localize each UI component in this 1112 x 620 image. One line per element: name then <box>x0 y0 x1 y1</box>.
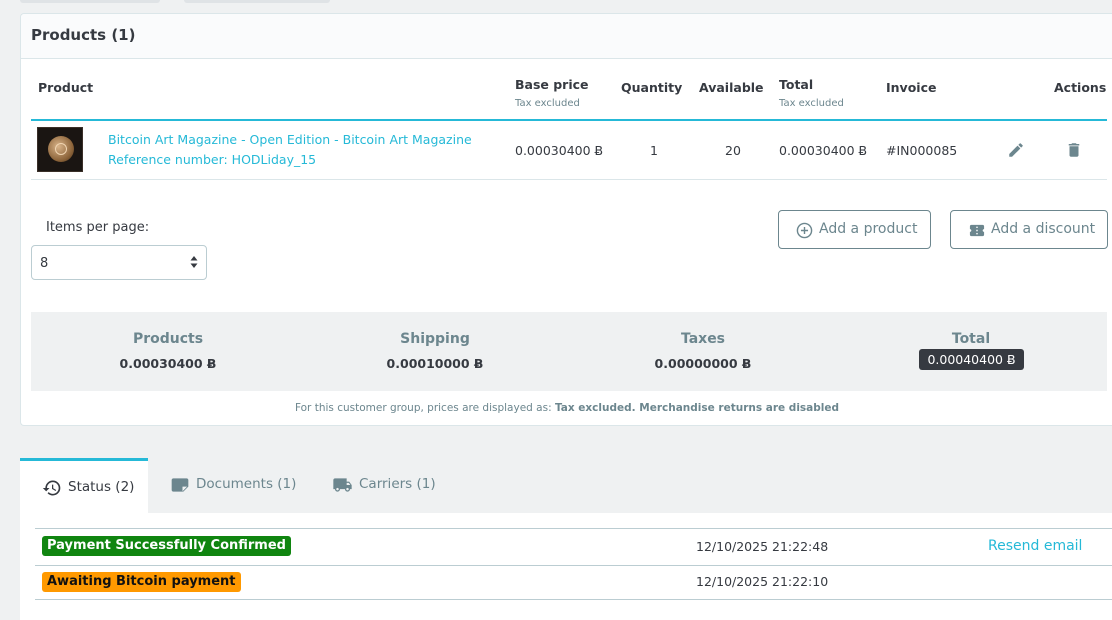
items-per-page-select[interactable]: 8 <box>31 245 207 280</box>
status-table-bottom-border <box>35 599 1112 600</box>
totals-total-label: Total <box>951 331 991 347</box>
column-header-available: Available <box>699 80 764 95</box>
column-header-base-price: Base price <box>515 77 589 92</box>
ticket-icon <box>968 222 986 243</box>
cell-available: 20 <box>725 143 741 158</box>
column-header-actions: Actions <box>1054 80 1107 95</box>
previous-card-edge <box>20 0 160 3</box>
column-header-total: Total <box>779 77 814 92</box>
tab-status-label: Status (2) <box>68 479 135 495</box>
order-totals: Products 0.00030400 Ƀ Shipping 0.0001000… <box>31 312 1107 391</box>
cell-quantity: 1 <box>650 143 658 158</box>
status-date: 12/10/2025 21:22:48 <box>696 539 829 554</box>
products-card-title: Products (1) <box>31 26 136 44</box>
order-history-tabs: Status (2) Documents (1) Carriers (1) Pa… <box>20 458 1112 620</box>
note-tax-mode: Tax excluded <box>554 402 632 414</box>
resend-email-link[interactable]: Resend email <box>988 538 1082 554</box>
note-prefix: For this customer group, prices are disp… <box>294 402 555 414</box>
add-discount-button[interactable]: Add a discount <box>950 210 1108 249</box>
totals-taxes-label: Taxes <box>680 331 726 347</box>
tab-carriers[interactable]: Carriers (1) <box>331 458 461 513</box>
add-product-label: Add a product <box>819 221 918 237</box>
table-row-divider <box>31 179 1107 180</box>
totals-shipping-label: Shipping <box>400 331 470 347</box>
totals-products-label: Products <box>132 331 204 347</box>
column-header-quantity: Quantity <box>621 80 683 95</box>
cell-total: 0.00030400 Ƀ <box>779 143 868 158</box>
tab-carriers-label: Carriers (1) <box>359 476 436 492</box>
note-returns: . Merchandise returns are disabled <box>631 402 840 414</box>
column-header-base-price-sub: Tax excluded <box>515 98 580 109</box>
truck-icon <box>331 475 354 499</box>
sort-arrows-icon <box>190 256 198 268</box>
totals-products-value: 0.00030400 Ƀ <box>119 356 217 371</box>
items-per-page-label: Items per page: <box>46 220 150 235</box>
cell-invoice: #IN000085 <box>886 143 958 158</box>
products-card: Products (1) Product Base price Tax excl… <box>20 13 1112 426</box>
product-thumbnail[interactable] <box>37 127 83 172</box>
status-badge: Awaiting Bitcoin payment <box>42 572 241 592</box>
status-row-divider <box>35 565 1112 566</box>
add-discount-label: Add a discount <box>991 221 1096 237</box>
tab-documents[interactable]: Documents (1) <box>170 458 320 513</box>
pencil-icon[interactable] <box>1007 141 1025 163</box>
items-per-page-value: 8 <box>40 256 49 271</box>
tax-display-note: For this customer group, prices are disp… <box>21 402 1112 414</box>
status-panel: Payment Successfully Confirmed 12/10/202… <box>20 513 1112 620</box>
product-name-link[interactable]: Bitcoin Art Magazine - Open Edition - Bi… <box>108 132 472 147</box>
column-header-total-sub: Tax excluded <box>779 98 844 109</box>
history-icon <box>42 478 62 502</box>
table-header-divider <box>31 119 1107 121</box>
totals-total-value: 0.00040400 Ƀ <box>919 349 1024 370</box>
column-header-product: Product <box>38 80 94 95</box>
tab-status[interactable]: Status (2) <box>20 458 148 513</box>
previous-card-edge <box>184 0 330 3</box>
totals-taxes-value: 0.00000000 Ƀ <box>654 356 752 371</box>
status-date: 12/10/2025 21:22:10 <box>696 574 829 589</box>
status-badge: Payment Successfully Confirmed <box>42 536 291 556</box>
trash-icon[interactable] <box>1065 141 1083 163</box>
products-card-header: Products (1) <box>21 14 1112 59</box>
totals-shipping-value: 0.00010000 Ƀ <box>386 356 484 371</box>
status-table-top-border <box>35 528 1112 529</box>
column-header-invoice: Invoice <box>886 80 937 95</box>
tab-documents-label: Documents (1) <box>196 476 297 492</box>
product-reference[interactable]: Reference number: HODLiday_15 <box>108 152 316 167</box>
plus-circle-icon <box>796 222 813 243</box>
add-product-button[interactable]: Add a product <box>778 210 931 249</box>
folder-icon <box>170 475 190 499</box>
cell-base-price: 0.00030400 Ƀ <box>515 143 604 158</box>
